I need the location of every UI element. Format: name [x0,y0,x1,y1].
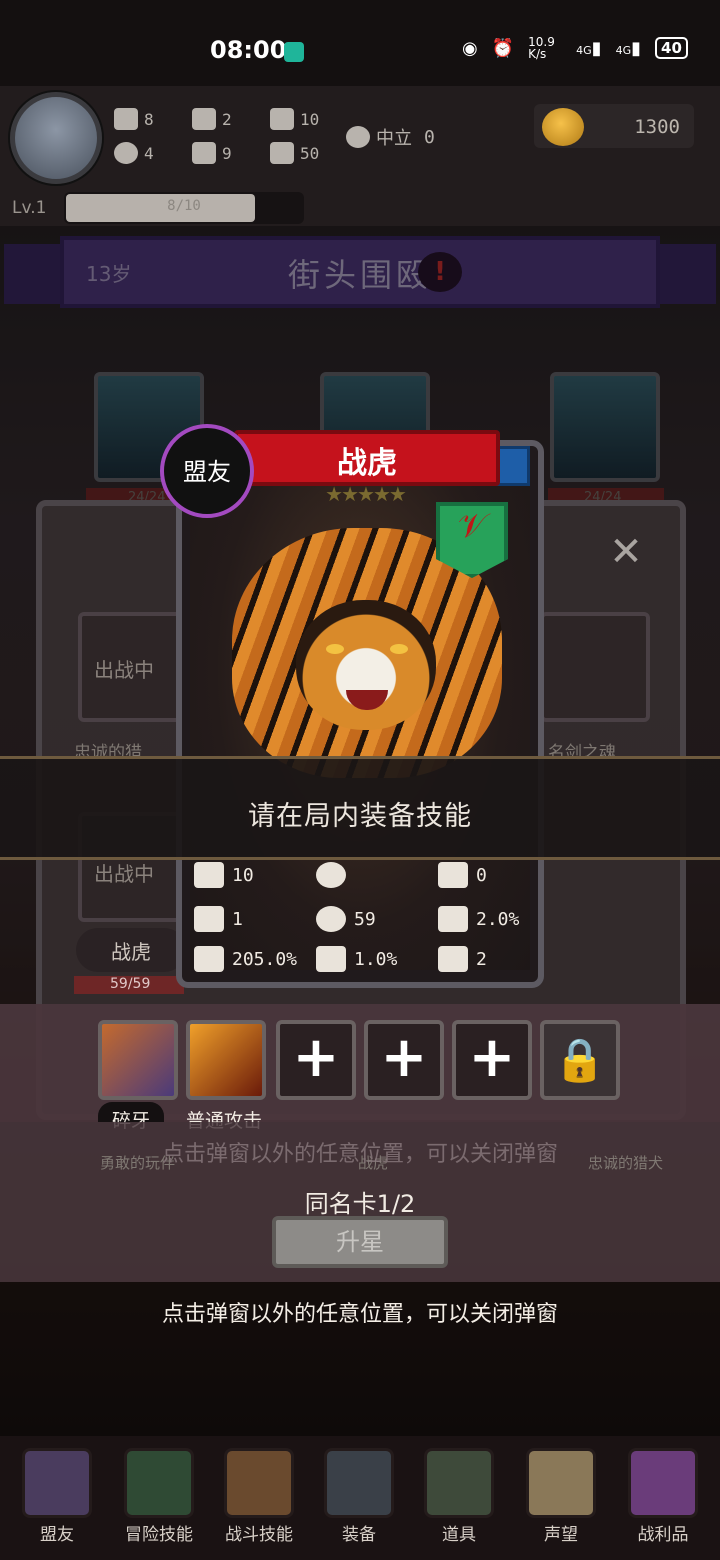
snake-icon [438,862,468,888]
nav-reputation[interactable]: 声望 [516,1444,606,1552]
star-upgrade-button[interactable]: 升星 [272,1216,448,1268]
backpack-icon [224,1448,294,1518]
crossed-swords-icon [324,1448,394,1518]
ally-slot-3-tag: 出战中 [94,862,154,886]
stat-defense: 9 [192,142,232,164]
ally-slot-1-tag: 出战中 [94,658,154,682]
signal-icon-2: 4G▮ [615,37,642,59]
lock-icon[interactable]: 🔒 [540,1020,620,1100]
nav-combat-skills[interactable]: 战斗技能 [214,1444,304,1552]
pickaxe-icon [192,108,216,130]
crit-icon [194,946,224,972]
stat-dodge: 0 [438,862,487,888]
notice-text: 请在局内装备技能 [248,801,472,832]
skill-slot-empty-3[interactable]: + [452,1020,532,1100]
ally-slot-3-name: 战虎 [111,940,151,964]
battery-icon: 40 [655,37,688,59]
ally-badge-label: 盟友 [183,458,231,486]
ally-slot-2[interactable] [540,612,650,722]
stat-magic: 10 [270,108,319,130]
alarm-icon: ⏰ [491,37,515,59]
armor-icon [192,142,216,164]
status-icons: ◉ ⏰ 10.9 K/s 4G▮ 4G▮ 40 [462,36,688,60]
clover-icon [114,142,138,164]
net-speed: 10.9 K/s [528,35,555,61]
nav-allies[interactable]: 盟友 [12,1444,102,1552]
yin-yang-icon [346,126,370,148]
book-icon [124,1448,194,1518]
stat-attack: 10 [194,862,254,888]
card-stars: ★★★★★ [325,482,407,506]
fire-icon [438,906,468,932]
stat-craft: 2 [192,108,232,130]
shield-icon [316,862,346,888]
sword-icon [194,862,224,888]
claw-icon: 𝒱 [457,506,487,546]
tiger-eye-left [326,644,344,654]
close-hint: 点击弹窗以外的任意位置，可以关闭弹窗 [161,1302,558,1327]
stat-burn: 2.0% [438,906,519,932]
gold-coin-icon [542,108,584,146]
eye-icon: ◉ [462,37,478,59]
scroll-icon [526,1448,596,1518]
tornado-icon [316,946,346,972]
security-shield-icon [284,42,304,62]
stat-alignment: 中立 0 [346,124,435,150]
stat-shield [316,862,354,888]
handshake-icon [22,1448,92,1518]
nav-items[interactable]: 道具 [414,1444,504,1552]
nav-adventure-skills[interactable]: 冒险技能 [114,1444,204,1552]
card-title: 战虎 [337,446,397,481]
wizard-hat-icon [270,108,294,130]
skill-slot-empty-2[interactable]: + [364,1020,444,1100]
duplicate-card-count: 同名卡1/2 [304,1190,416,1218]
skill-slot-basic-attack[interactable] [186,1020,266,1100]
xp-text: 8/10 [167,198,201,214]
stat-tornado: 1.0% [316,946,397,972]
skill-slot-crush-fang[interactable] [98,1020,178,1100]
player-avatar[interactable] [10,92,102,184]
level-label: Lv.1 [12,198,47,218]
boot-icon [438,946,468,972]
stat-nature: 50 [270,142,319,164]
signal-icon-1: 4G▮ [576,37,602,59]
skill-slot-empty-1[interactable]: + [276,1020,356,1100]
status-time: 08:00 [210,36,287,64]
gold-value: 1300 [634,116,680,138]
pouch-icon [424,1448,494,1518]
heart-icon [316,906,346,932]
stat-hood: 1 [194,906,243,932]
hood-icon [194,906,224,932]
leaf-icon [270,142,294,164]
stat-strength: 8 [114,108,154,130]
tiger-face [296,600,436,730]
ally-slot-3-hp: 59/59 [110,976,151,992]
stat-luck: 4 [114,142,154,164]
tiger-eye-right [390,644,408,654]
stat-speed: 2 [438,946,487,972]
close-hint-faded: 点击弹窗以外的任意位置，可以关闭弹窗 [161,1142,558,1167]
treasure-chest-icon [628,1448,698,1518]
nav-equipment[interactable]: 装备 [314,1444,404,1552]
stat-crit-damage: 205.0% [194,946,297,972]
fist-icon [114,108,138,130]
close-icon[interactable]: ✕ [604,530,648,574]
nav-loot[interactable]: 战利品 [618,1444,708,1552]
stat-health: 59 [316,906,376,932]
